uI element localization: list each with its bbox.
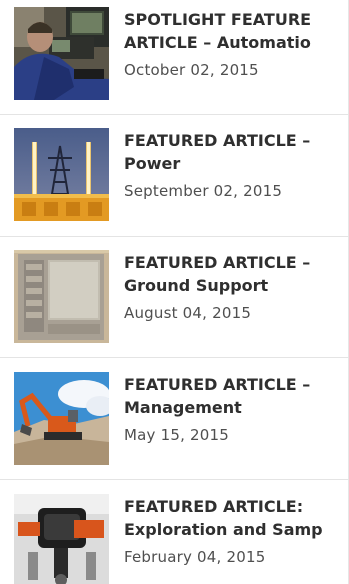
article-date: May 15, 2015 (124, 426, 229, 444)
divider (0, 114, 349, 115)
article-title-line1: SPOTLIGHT FEATURE (124, 10, 312, 29)
list-item[interactable]: SPOTLIGHT FEATURE ARTICLE – Automatio Oc… (0, 0, 349, 114)
article-title-line1: FEATURED ARTICLE – (124, 131, 311, 150)
article-date: February 04, 2015 (124, 548, 266, 566)
article-title-line2: Ground Support (124, 276, 269, 295)
article-title-line2: ARTICLE – Automatio (124, 33, 311, 52)
list-item[interactable]: FEATURED ARTICLE: Exploration and Samp F… (0, 487, 349, 584)
article-title-line1: FEATURED ARTICLE: (124, 497, 304, 516)
power-plant-image (14, 128, 109, 221)
article-date: September 02, 2015 (124, 182, 283, 200)
article-list: SPOTLIGHT FEATURE ARTICLE – Automatio Oc… (0, 0, 349, 584)
article-title[interactable]: FEATURED ARTICLE – Ground Support (124, 251, 349, 297)
article-title[interactable]: SPOTLIGHT FEATURE ARTICLE – Automatio (124, 8, 349, 54)
automation-operator-image (14, 7, 109, 100)
article-title[interactable]: FEATURED ARTICLE – Power (124, 129, 349, 175)
article-title-line2: Management (124, 398, 242, 417)
list-item[interactable]: FEATURED ARTICLE – Power September 02, 2… (0, 121, 349, 235)
article-title[interactable]: FEATURED ARTICLE: Exploration and Samp (124, 495, 349, 541)
article-thumbnail-ground-support[interactable] (14, 250, 109, 343)
drill-equipment-image (14, 494, 109, 584)
article-title-line2: Exploration and Samp (124, 520, 323, 539)
ground-support-panel-image (14, 250, 109, 343)
article-title-line1: FEATURED ARTICLE – (124, 375, 311, 394)
divider (0, 357, 349, 358)
divider (0, 479, 349, 480)
article-date: August 04, 2015 (124, 304, 252, 322)
divider (0, 236, 349, 237)
article-title-line2: Power (124, 154, 181, 173)
list-item[interactable]: FEATURED ARTICLE – Ground Support August… (0, 243, 349, 357)
article-thumbnail-exploration[interactable] (14, 494, 109, 584)
article-thumbnail-management[interactable] (14, 372, 109, 465)
article-title[interactable]: FEATURED ARTICLE – Management (124, 373, 349, 419)
list-item[interactable]: FEATURED ARTICLE – Management May 15, 20… (0, 365, 349, 479)
article-thumbnail-power[interactable] (14, 128, 109, 221)
excavator-image (14, 372, 109, 465)
article-title-line1: FEATURED ARTICLE – (124, 253, 311, 272)
article-date: October 02, 2015 (124, 61, 259, 79)
article-thumbnail-automation[interactable] (14, 7, 109, 100)
